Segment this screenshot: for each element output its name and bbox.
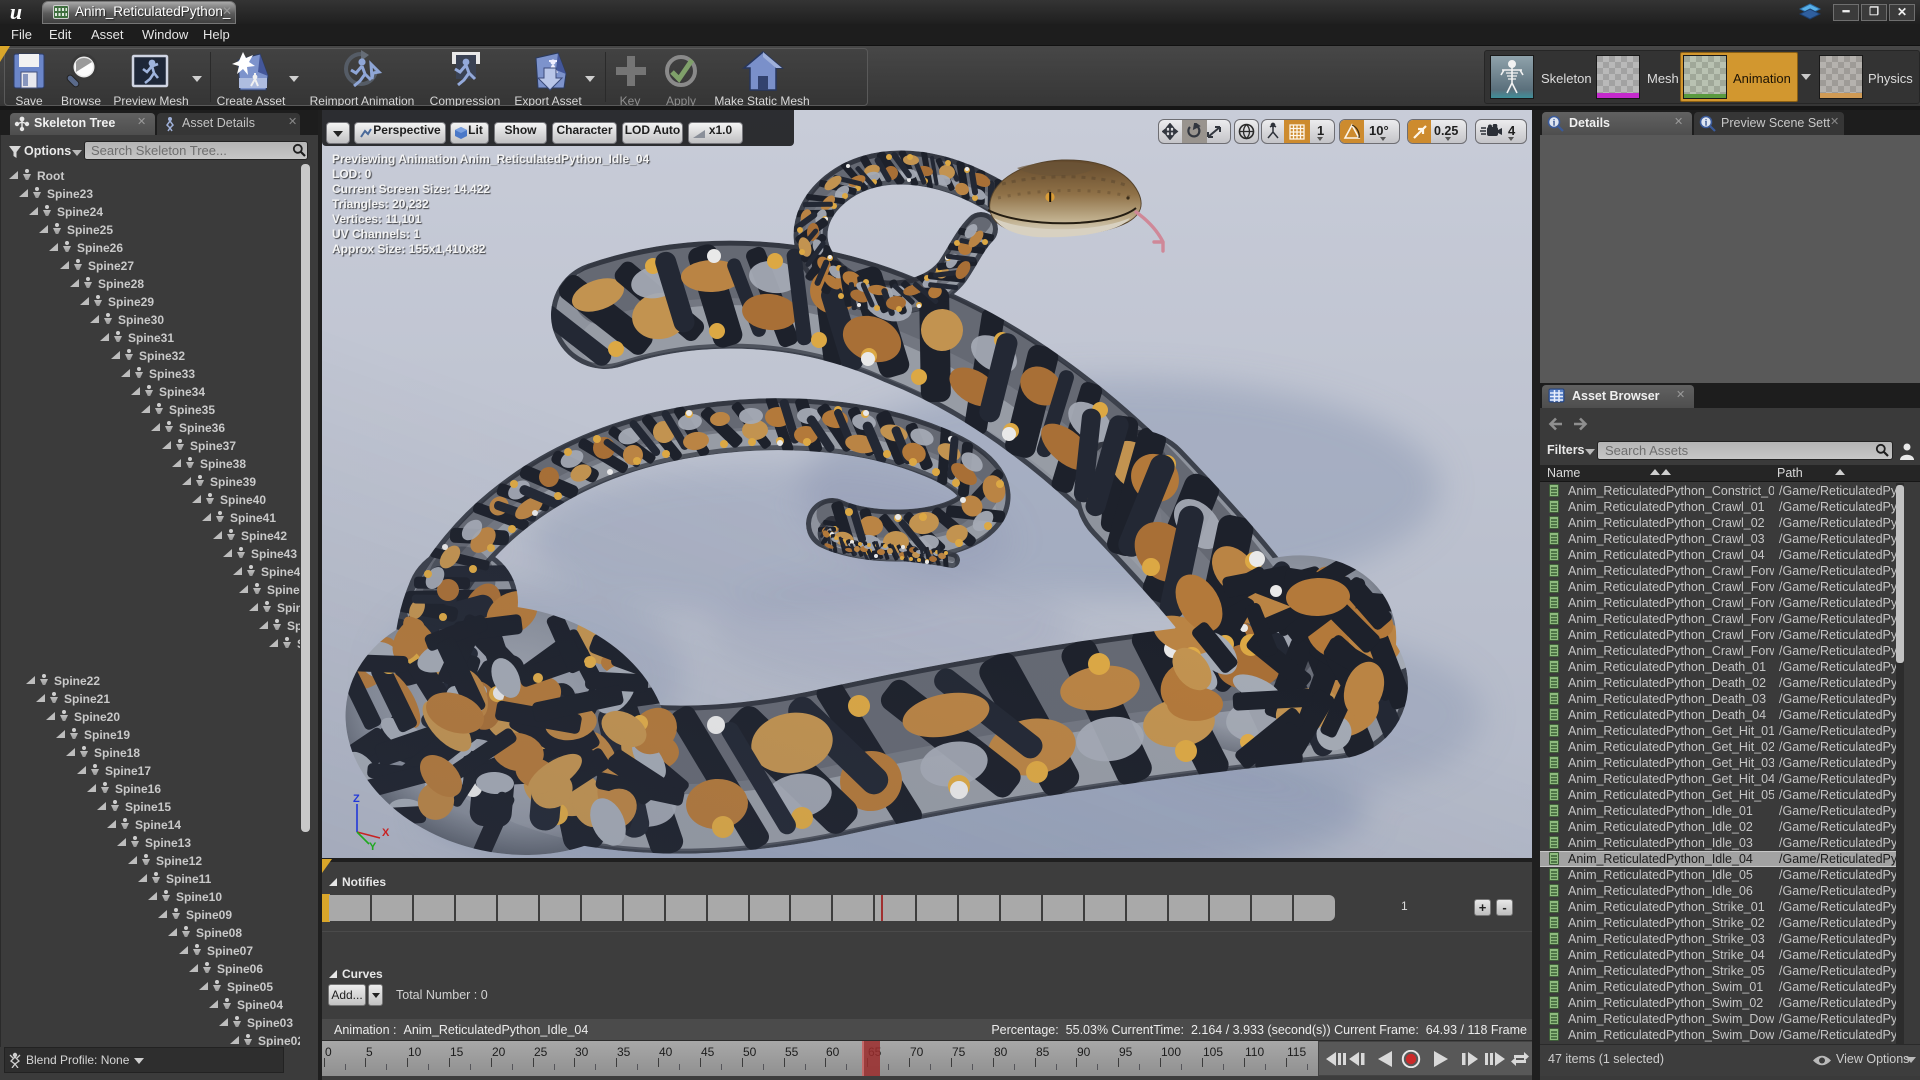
svg-text:X: X [382, 827, 390, 839]
svg-text:Z: Z [353, 793, 360, 805]
svg-text:Y: Y [369, 841, 377, 850]
svg-text:u: u [10, 1, 22, 23]
